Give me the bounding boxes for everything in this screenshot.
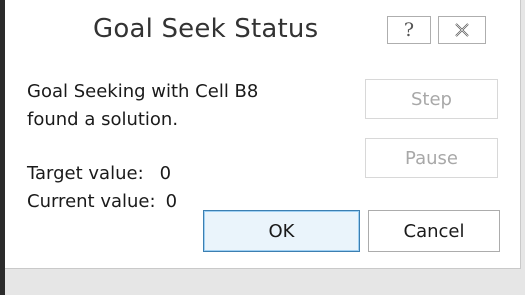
pause-button[interactable]: Pause xyxy=(365,138,498,178)
close-button[interactable] xyxy=(438,16,486,44)
current-value-label: Current value: xyxy=(27,191,156,212)
step-button[interactable]: Step xyxy=(365,79,498,119)
current-value: 0 xyxy=(165,191,178,212)
ok-button[interactable]: OK xyxy=(203,210,360,252)
target-value: 0 xyxy=(159,163,172,184)
target-value-row: Target value: 0 xyxy=(27,160,177,188)
help-button[interactable]: ? xyxy=(387,16,431,44)
target-value-label: Target value: xyxy=(27,163,144,184)
status-message-line-2: found a solution. xyxy=(27,109,179,130)
dialog-title: Goal Seek Status xyxy=(93,14,319,44)
current-value-row: Current value: 0 xyxy=(27,188,177,216)
status-message-line-1: Goal Seeking with Cell B8 xyxy=(27,81,259,102)
status-message: Goal Seeking with Cell B8 found a soluti… xyxy=(27,78,347,134)
help-icon: ? xyxy=(403,18,415,41)
cancel-button[interactable]: Cancel xyxy=(368,210,500,252)
title-bar[interactable]: Goal Seek Status ? xyxy=(5,0,520,62)
close-icon xyxy=(455,23,469,37)
values-block: Target value: 0 Current value: 0 xyxy=(27,160,177,216)
goal-seek-status-dialog: Goal Seek Status ? Goal Seeking with Cel… xyxy=(5,0,521,269)
